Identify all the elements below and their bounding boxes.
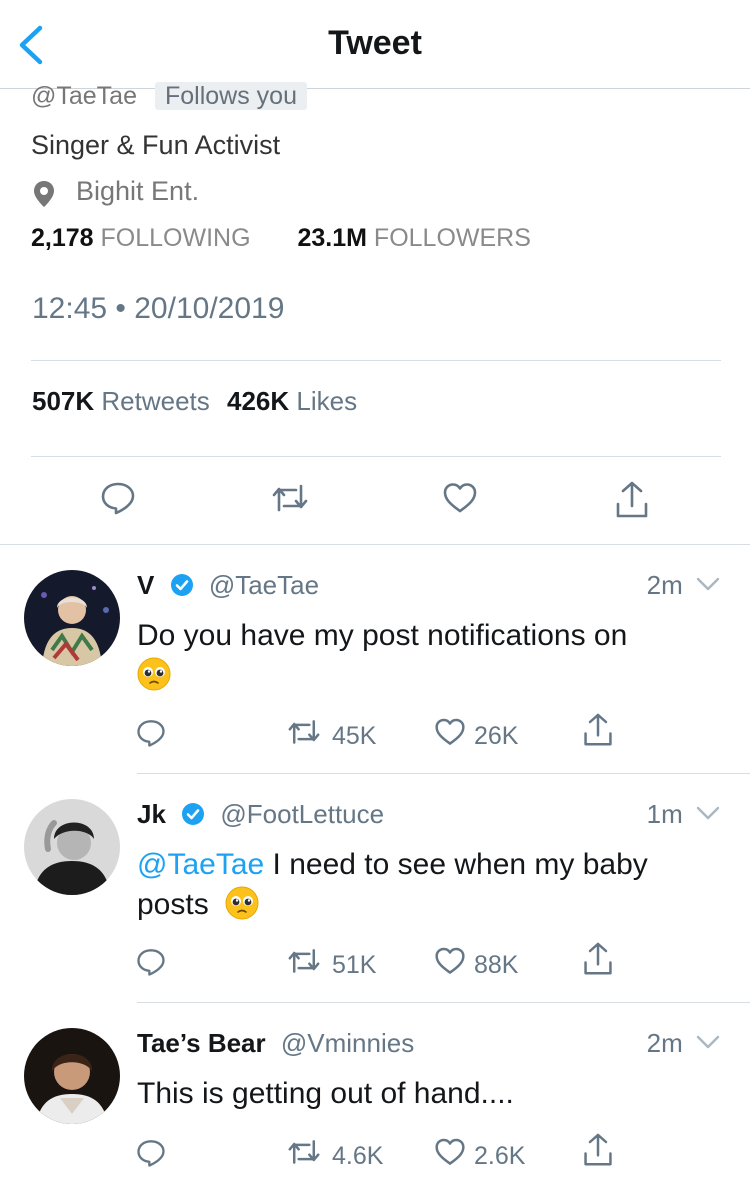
retweet-icon[interactable] bbox=[286, 1136, 322, 1168]
retweet-count: 4.6K bbox=[332, 1142, 384, 1170]
chevron-down-icon bbox=[696, 806, 720, 820]
reply-time-menu[interactable]: 2m bbox=[647, 1028, 720, 1059]
reply-text: @TaeTae I need to see when my baby posts bbox=[137, 845, 717, 925]
reply-action-bar: 45K 26K bbox=[0, 713, 750, 758]
reply-icon bbox=[101, 482, 135, 515]
reply-action-bar: 51K 88K bbox=[0, 942, 750, 987]
pleading-face-icon bbox=[225, 886, 259, 920]
divider bbox=[137, 1002, 750, 1003]
like-count: 2.6K bbox=[474, 1142, 526, 1170]
reply-header: V @TaeTae bbox=[137, 570, 319, 604]
follow-counts: 2,178 FOLLOWING 23.1M FOLLOWERS bbox=[31, 224, 531, 253]
mention-link[interactable]: @TaeTae bbox=[137, 848, 264, 881]
reply-icon[interactable] bbox=[136, 718, 166, 748]
pleading-face-icon bbox=[137, 657, 171, 691]
reply-text: Do you have my post notifications on bbox=[137, 616, 717, 696]
tweet-engagement: 507K Retweets 426K Likes bbox=[32, 386, 357, 417]
reply-text-line: Do you have my post notifications on bbox=[137, 619, 628, 652]
following-label: FOLLOWING bbox=[100, 224, 251, 252]
like-count: 26K bbox=[474, 722, 519, 750]
profile-handle[interactable]: @TaeTae bbox=[31, 82, 137, 110]
reply-time: 1m bbox=[646, 799, 683, 829]
reply-time: 2m bbox=[646, 1028, 683, 1058]
retweet-button[interactable] bbox=[270, 480, 310, 520]
reply-text-line: This is getting out of hand.... bbox=[137, 1077, 514, 1110]
display-name[interactable]: V bbox=[137, 570, 154, 600]
likes-count: 426K bbox=[227, 386, 290, 416]
retweet-icon bbox=[272, 484, 308, 512]
page-title: Tweet bbox=[328, 24, 422, 62]
share-icon[interactable] bbox=[582, 1132, 614, 1168]
user-handle[interactable]: @FootLettuce bbox=[220, 799, 384, 829]
chevron-down-icon bbox=[696, 577, 720, 591]
reply-icon[interactable] bbox=[136, 1138, 166, 1168]
share-icon[interactable] bbox=[582, 712, 614, 748]
nav-bar: Tweet bbox=[0, 0, 750, 89]
like-count: 88K bbox=[474, 951, 519, 979]
location-pin-icon bbox=[34, 181, 54, 207]
heart-icon[interactable] bbox=[434, 1136, 466, 1168]
chevron-down-icon bbox=[696, 1035, 720, 1049]
retweet-count: 51K bbox=[332, 951, 377, 979]
tweet-timestamp: 12:45 • 20/10/2019 bbox=[32, 292, 285, 325]
heart-icon[interactable] bbox=[434, 945, 466, 977]
avatar[interactable] bbox=[24, 1028, 120, 1124]
divider bbox=[31, 360, 721, 361]
reply-header: Tae’s Bear @Vminnies bbox=[137, 1028, 414, 1062]
followers-stat[interactable]: 23.1M FOLLOWERS bbox=[297, 224, 530, 252]
like-button[interactable] bbox=[442, 480, 482, 520]
followers-count: 23.1M bbox=[297, 224, 367, 252]
share-icon[interactable] bbox=[582, 941, 614, 977]
reply-text-line: posts bbox=[137, 888, 209, 921]
likes-label: Likes bbox=[296, 386, 358, 416]
heart-icon bbox=[443, 483, 477, 513]
divider bbox=[0, 544, 750, 545]
heart-icon[interactable] bbox=[434, 716, 466, 748]
reply-text: This is getting out of hand.... bbox=[137, 1074, 717, 1114]
divider bbox=[137, 773, 750, 774]
retweet-icon[interactable] bbox=[286, 716, 322, 748]
divider bbox=[31, 456, 721, 457]
likes-stat[interactable]: 426K Likes bbox=[227, 386, 357, 416]
avatar-image bbox=[24, 799, 120, 895]
reply-time-menu[interactable]: 1m bbox=[647, 799, 720, 830]
location-text: Bighit Ent. bbox=[76, 176, 200, 206]
following-stat[interactable]: 2,178 FOLLOWING bbox=[31, 224, 251, 252]
profile-bio: Singer & Fun Activist bbox=[31, 130, 281, 160]
follows-you-badge: Follows you bbox=[155, 82, 307, 110]
profile-handle-row: @TaeTae Follows you bbox=[31, 82, 307, 114]
reply-time-menu[interactable]: 2m bbox=[647, 570, 720, 601]
followers-label: FOLLOWERS bbox=[373, 224, 531, 252]
share-icon bbox=[616, 481, 648, 518]
reply-header: Jk @FootLettuce bbox=[137, 799, 384, 833]
following-count: 2,178 bbox=[31, 224, 94, 252]
verified-badge-icon bbox=[182, 803, 205, 825]
verified-badge-icon bbox=[170, 574, 193, 596]
reply-time: 2m bbox=[646, 570, 683, 600]
display-name[interactable]: Jk bbox=[137, 799, 166, 829]
retweets-stat[interactable]: 507K Retweets bbox=[32, 386, 210, 416]
tweet-action-bar bbox=[0, 470, 750, 530]
reply-icon[interactable] bbox=[136, 947, 166, 977]
avatar[interactable] bbox=[24, 570, 120, 666]
user-handle[interactable]: @TaeTae bbox=[209, 570, 319, 600]
user-handle[interactable]: @Vminnies bbox=[281, 1028, 414, 1058]
retweet-icon[interactable] bbox=[286, 945, 322, 977]
reply-button[interactable] bbox=[100, 480, 140, 520]
retweet-count: 45K bbox=[332, 722, 377, 750]
avatar-image bbox=[24, 1028, 120, 1124]
share-button[interactable] bbox=[614, 480, 654, 520]
display-name[interactable]: Tae’s Bear bbox=[137, 1028, 266, 1058]
reply-action-bar: 4.6K 2.6K bbox=[0, 1133, 750, 1178]
reply-text-line: I need to see when my baby bbox=[264, 848, 648, 881]
avatar[interactable] bbox=[24, 799, 120, 895]
retweets-label: Retweets bbox=[101, 386, 210, 416]
retweets-count: 507K bbox=[32, 386, 95, 416]
avatar-image bbox=[24, 570, 120, 666]
